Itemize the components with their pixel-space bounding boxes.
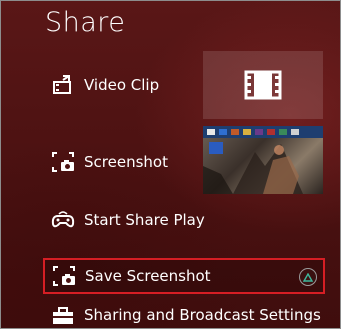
menu-item-video-clip[interactable]: Video Clip — [50, 68, 159, 102]
menu-item-sharing-settings[interactable]: Sharing and Broadcast Settings — [50, 298, 321, 329]
share-play-icon — [50, 209, 76, 231]
screenshot-thumbnail-image — [203, 126, 323, 194]
video-clip-label: Video Clip — [84, 76, 160, 94]
toolbox-icon — [50, 304, 76, 326]
save-screenshot-label: Save Screenshot — [85, 267, 211, 285]
triangle-button-icon — [299, 268, 317, 286]
sharing-settings-label: Sharing and Broadcast Settings — [84, 306, 321, 324]
page-title: Share — [45, 7, 126, 38]
video-clip-icon — [50, 74, 76, 96]
video-clip-preview-tile — [203, 51, 323, 119]
menu-item-start-share-play[interactable]: Start Share Play — [50, 203, 205, 237]
screenshot-icon — [50, 151, 76, 173]
save-screenshot-icon — [51, 265, 77, 287]
start-share-play-label: Start Share Play — [84, 211, 205, 229]
screenshot-label: Screenshot — [84, 153, 168, 171]
menu-item-save-screenshot[interactable]: Save Screenshot — [43, 258, 325, 294]
screenshot-preview-tile — [203, 126, 323, 194]
menu-item-screenshot[interactable]: Screenshot — [50, 145, 168, 179]
film-strip-icon — [244, 70, 282, 100]
share-menu-screen: Share Video Clip Screenshot Start Share … — [0, 0, 341, 329]
